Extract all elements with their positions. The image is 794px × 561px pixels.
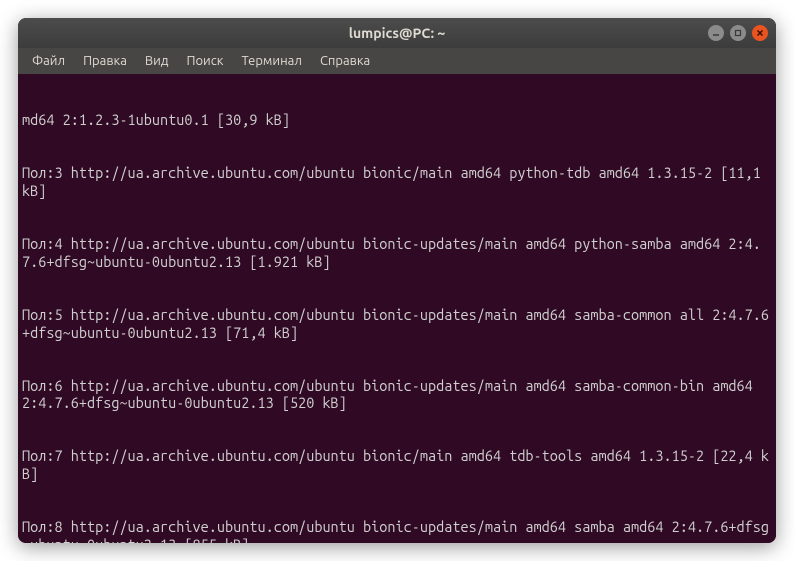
terminal-line: Пол:8 http://ua.archive.ubuntu.com/ubunt… [22, 518, 772, 543]
terminal-line: Пол:7 http://ua.archive.ubuntu.com/ubunt… [22, 447, 772, 482]
maximize-button[interactable] [730, 25, 746, 41]
close-icon [756, 29, 764, 37]
terminal-line: Пол:5 http://ua.archive.ubuntu.com/ubunt… [22, 306, 772, 341]
menubar: Файл Правка Вид Поиск Терминал Справка [18, 48, 776, 74]
menu-search[interactable]: Поиск [178, 52, 231, 70]
terminal-line: Пол:3 http://ua.archive.ubuntu.com/ubunt… [22, 164, 772, 199]
window-title: lumpics@PC: ~ [349, 25, 446, 41]
terminal-line: Пол:4 http://ua.archive.ubuntu.com/ubunt… [22, 235, 772, 270]
menu-file[interactable]: Файл [24, 52, 73, 70]
close-button[interactable] [752, 25, 768, 41]
maximize-icon [734, 29, 742, 37]
menu-view[interactable]: Вид [137, 52, 177, 70]
menu-help[interactable]: Справка [312, 52, 378, 70]
menu-edit[interactable]: Правка [75, 52, 135, 70]
menu-terminal[interactable]: Терминал [233, 52, 309, 70]
window-controls [708, 25, 768, 41]
titlebar: lumpics@PC: ~ [18, 18, 776, 48]
terminal-line: Пол:6 http://ua.archive.ubuntu.com/ubunt… [22, 377, 772, 412]
minimize-button[interactable] [708, 25, 724, 41]
terminal-line: md64 2:1.2.3-1ubuntu0.1 [30,9 kB] [22, 111, 772, 129]
terminal-window: lumpics@PC: ~ Файл Правка Вид Поиск Терм… [18, 18, 776, 543]
minimize-icon [712, 29, 720, 37]
terminal-output[interactable]: md64 2:1.2.3-1ubuntu0.1 [30,9 kB] Пол:3 … [18, 74, 776, 543]
